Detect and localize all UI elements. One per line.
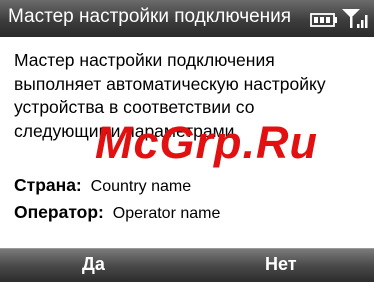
softkey-bar: Да Нет	[0, 248, 374, 282]
title-bar: Мастер настройки подключения	[0, 0, 374, 37]
country-label: Страна:	[14, 175, 82, 195]
yes-softkey[interactable]: Да	[82, 254, 105, 275]
country-field: Страна: Country name	[14, 175, 191, 196]
operator-field: Оператор: Operator name	[14, 202, 220, 223]
status-icons	[310, 9, 368, 28]
battery-icon	[310, 13, 337, 27]
signal-icon	[342, 9, 368, 28]
watermark: McGrp.Ru	[95, 117, 319, 168]
operator-label: Оператор:	[14, 202, 104, 222]
no-softkey[interactable]: Нет	[265, 254, 297, 275]
window-title: Мастер настройки подключения	[8, 6, 292, 27]
country-value: Country name	[90, 178, 192, 195]
operator-value: Operator name	[112, 205, 221, 222]
